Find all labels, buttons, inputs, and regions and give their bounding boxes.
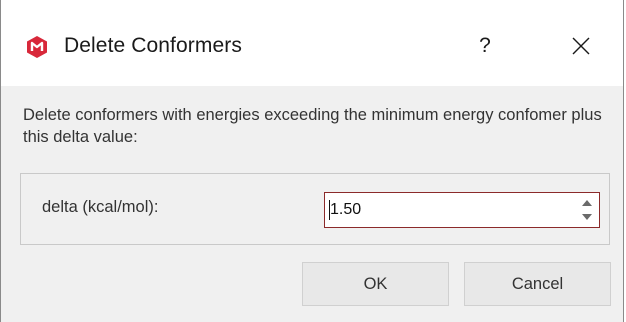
- delete-conformers-dialog: Delete Conformers ? Delete conformers wi…: [0, 0, 624, 322]
- delta-label: delta (kcal/mol):: [42, 198, 159, 216]
- title-bar[interactable]: Delete Conformers ?: [1, 0, 623, 86]
- cancel-button[interactable]: Cancel: [464, 262, 611, 306]
- spin-up-arrow-icon[interactable]: [581, 197, 593, 209]
- delta-spinbox[interactable]: 1.50: [324, 192, 600, 228]
- delta-value[interactable]: 1.50: [330, 201, 361, 219]
- close-button[interactable]: [559, 26, 603, 66]
- window-title: Delete Conformers: [64, 34, 242, 57]
- close-icon: [572, 37, 590, 55]
- spin-down-arrow-icon[interactable]: [581, 211, 593, 223]
- description-text: Delete conformers with energies exceedin…: [23, 106, 602, 146]
- help-button[interactable]: ?: [463, 26, 507, 66]
- app-logo-icon: [25, 35, 49, 59]
- dialog-content: Delete conformers with energies exceedin…: [1, 86, 623, 322]
- delta-group-box: delta (kcal/mol): 1.50: [20, 173, 610, 245]
- ok-button[interactable]: OK: [302, 262, 449, 306]
